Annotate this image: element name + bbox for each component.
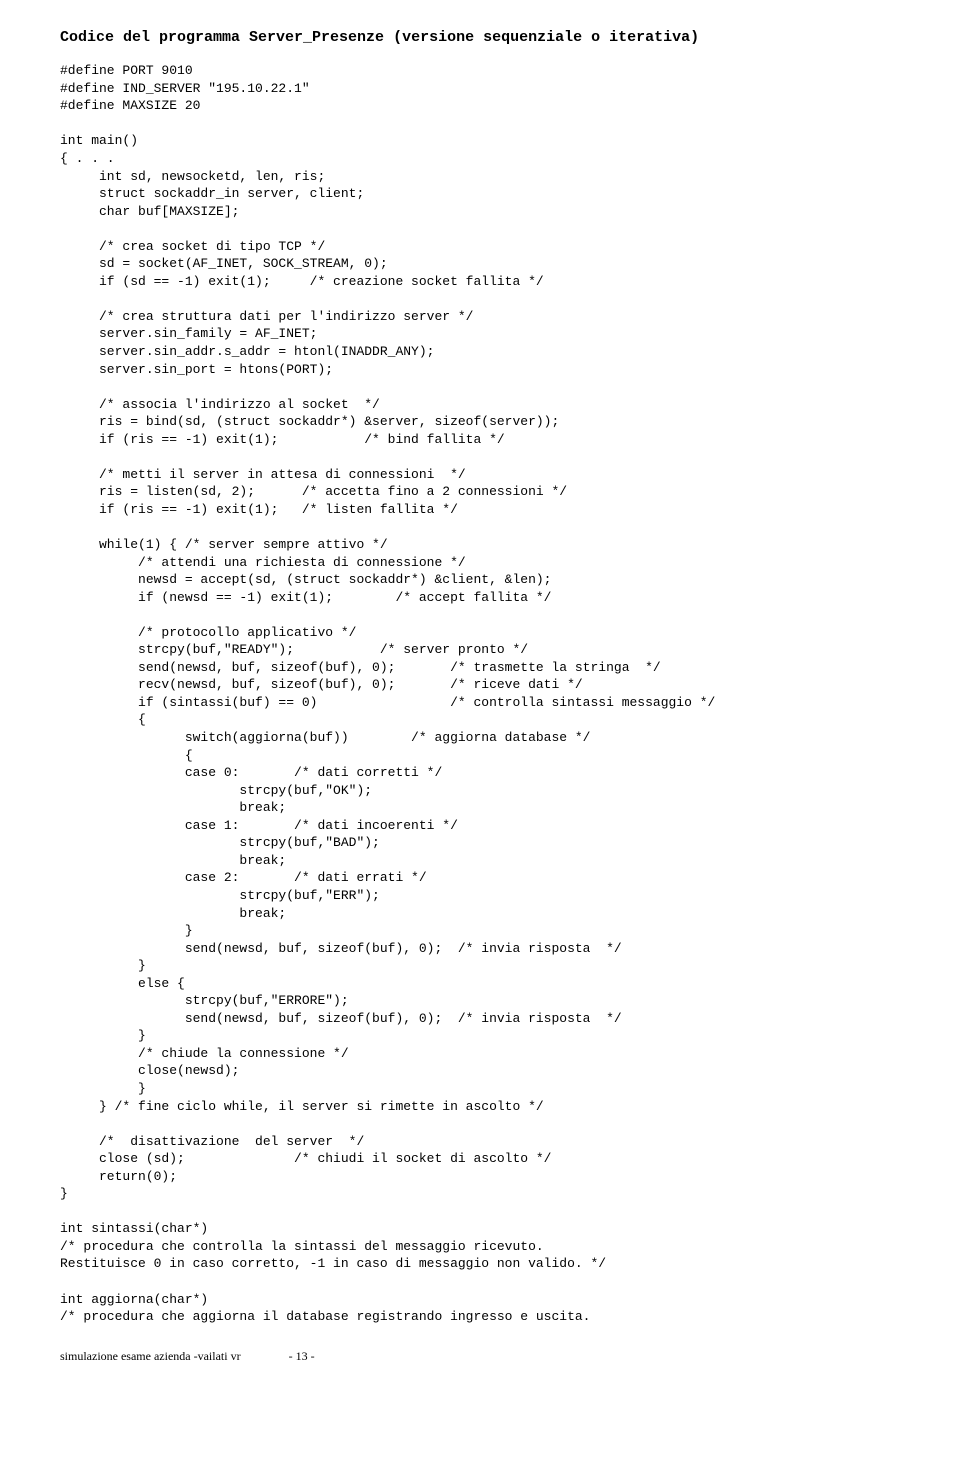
document-title: Codice del programma Server_Presenze (ve…: [60, 28, 900, 48]
title-suffix: (versione sequenziale o iterativa): [384, 29, 699, 46]
title-program-name: Server_Presenze: [249, 29, 384, 46]
document-page: Codice del programma Server_Presenze (ve…: [0, 0, 960, 1384]
title-prefix: Codice del programma: [60, 29, 249, 46]
source-code-block: #define PORT 9010 #define IND_SERVER "19…: [60, 62, 900, 1325]
page-footer: simulazione esame azienda -vailati vr - …: [60, 1348, 900, 1364]
